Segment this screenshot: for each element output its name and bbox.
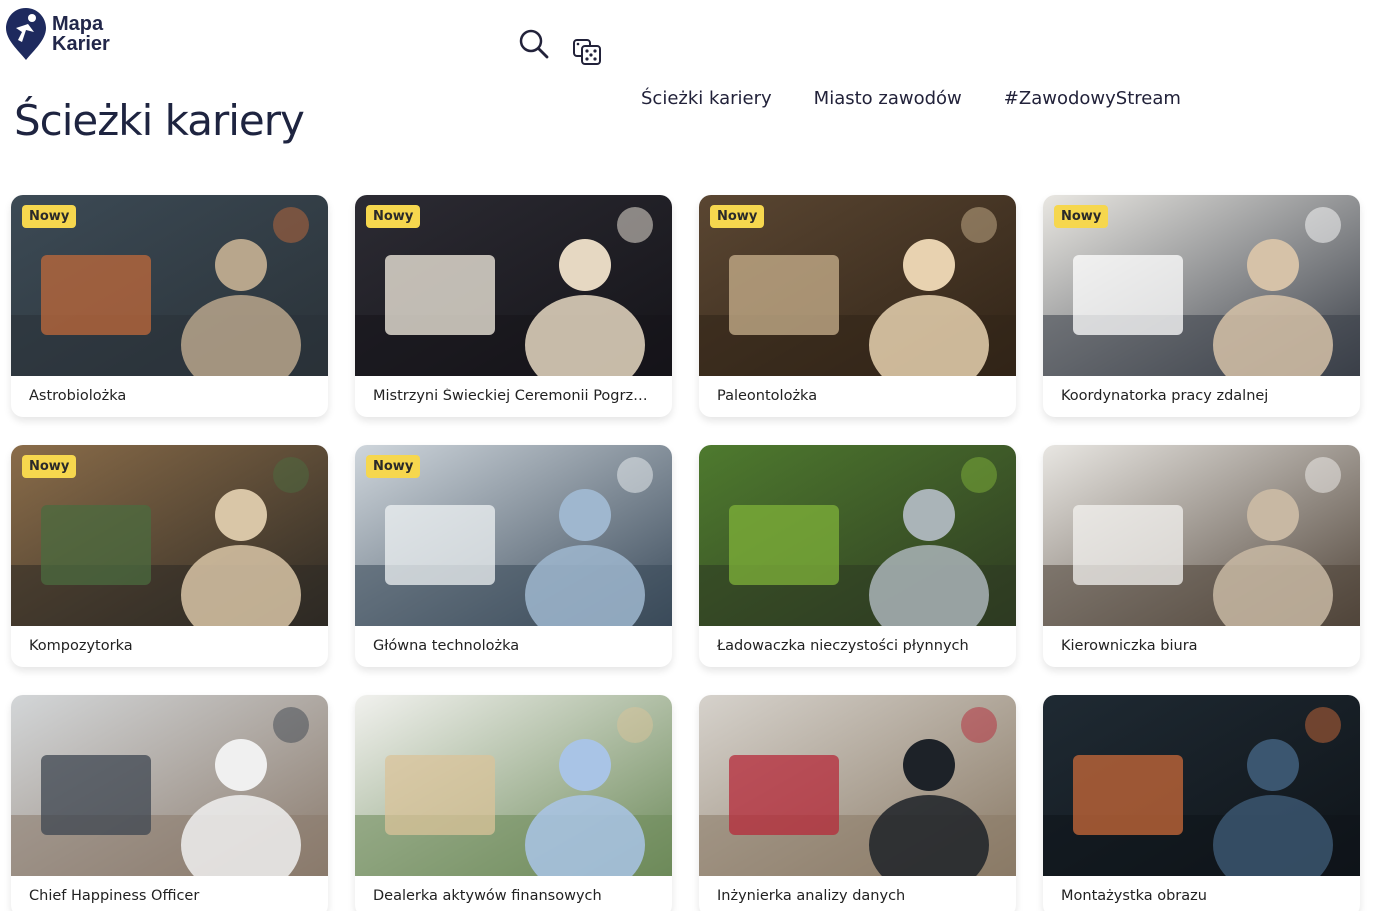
career-card[interactable]: Dealerka aktywów finansowych [355, 695, 672, 911]
career-card[interactable]: Ładowaczka nieczystości płynnych [699, 445, 1016, 667]
search-icon[interactable] [518, 28, 550, 65]
career-card-image: Nowy [355, 195, 672, 376]
brand-line1: Mapa [52, 13, 104, 35]
page: Mapa Karier Ścieżki kariery Miasto zawod… [0, 0, 1375, 911]
dice-icon[interactable] [572, 34, 604, 71]
new-badge: Nowy [22, 205, 77, 228]
career-card-image [699, 445, 1016, 626]
career-card-title: Ładowaczka nieczystości płynnych [717, 638, 969, 654]
new-badge: Nowy [366, 455, 421, 478]
logo-icon [6, 8, 46, 60]
photo-placeholder [355, 695, 672, 876]
nav-item-city-of-professions[interactable]: Miasto zawodów [814, 88, 962, 109]
photo-placeholder [1043, 695, 1360, 876]
new-badge: Nowy [1054, 205, 1109, 228]
career-card[interactable]: Chief Happiness Officer [11, 695, 328, 911]
photo-placeholder [1043, 445, 1360, 626]
new-badge: Nowy [22, 455, 77, 478]
career-card[interactable]: Nowy Paleontolożka [699, 195, 1016, 417]
career-card-title: Kompozytorka [29, 638, 133, 654]
career-card[interactable]: Nowy Astrobiolożka [11, 195, 328, 417]
career-card-image: Nowy [11, 195, 328, 376]
career-card-image [11, 695, 328, 876]
career-card[interactable]: Inżynierka analizy danych [699, 695, 1016, 911]
brand-line2: Karier [52, 33, 110, 55]
photo-placeholder [699, 445, 1016, 626]
career-card-image [1043, 695, 1360, 876]
career-card-image: Nowy [1043, 195, 1360, 376]
career-card-title: Główna technolożka [373, 638, 520, 654]
career-card-title: Chief Happiness Officer [29, 888, 200, 904]
career-card-image [699, 695, 1016, 876]
career-card-title: Montażystka obrazu [1061, 888, 1207, 904]
career-card-title: Inżynierka analizy danych [717, 888, 906, 904]
career-card-image: Nowy [11, 445, 328, 626]
career-card-title: Astrobiolożka [29, 388, 127, 404]
career-card[interactable]: Nowy Kompozytorka [11, 445, 328, 667]
career-card-title: Koordynatorka pracy zdalnej [1061, 388, 1269, 404]
career-card[interactable]: Nowy Mistrzyni Świeckiej Ceremonii Pogrze… [355, 195, 672, 417]
photo-placeholder [11, 695, 328, 876]
career-card-title: Paleontolożka [717, 388, 818, 404]
brand-name: Mapa Karier [52, 14, 110, 54]
career-card-title: Mistrzyni Świeckiej Ceremonii Pogrzeb... [373, 388, 655, 404]
main-nav: Ścieżki kariery Miasto zawodów #Zawodowy… [641, 88, 1223, 109]
career-card-image [355, 695, 672, 876]
career-card-image [1043, 445, 1360, 626]
nav-item-stream[interactable]: #ZawodowyStream [1004, 88, 1181, 109]
career-card-image: Nowy [355, 445, 672, 626]
career-card[interactable]: Nowy Koordynatorka pracy zdalnej [1043, 195, 1360, 417]
career-card[interactable]: Nowy Główna technolożka [355, 445, 672, 667]
career-card[interactable]: Kierowniczka biura [1043, 445, 1360, 667]
career-card-image: Nowy [699, 195, 1016, 376]
brand-logo[interactable]: Mapa Karier [4, 6, 110, 62]
nav-item-career-paths[interactable]: Ścieżki kariery [641, 88, 772, 109]
photo-placeholder [699, 695, 1016, 876]
page-title: Ścieżki kariery [14, 96, 305, 145]
new-badge: Nowy [710, 205, 765, 228]
career-card-title: Dealerka aktywów finansowych [373, 888, 602, 904]
career-card[interactable]: Montażystka obrazu [1043, 695, 1360, 911]
career-card-grid: Nowy Astrobiolożka Nowy Mistrzyni Świeckiej… [11, 195, 1360, 911]
new-badge: Nowy [366, 205, 421, 228]
career-card-title: Kierowniczka biura [1061, 638, 1198, 654]
